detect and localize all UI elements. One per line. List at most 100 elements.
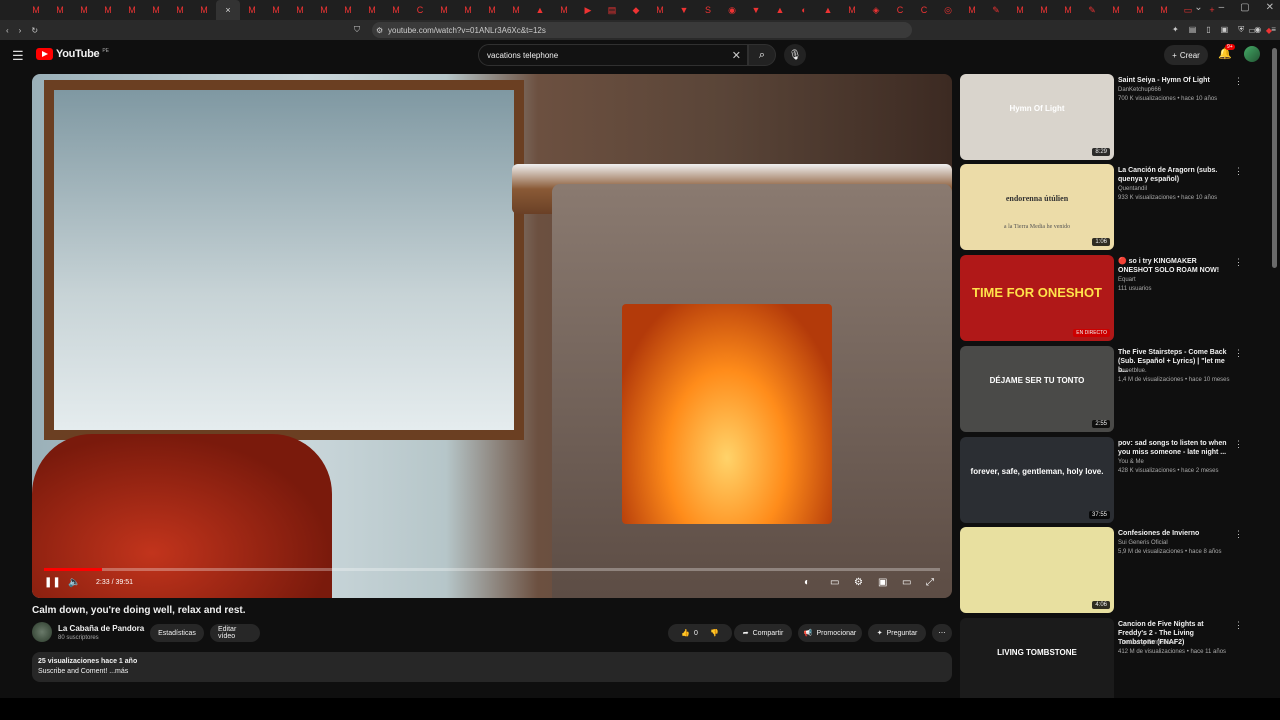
tab-search-icon[interactable]: ⌄ xyxy=(1194,2,1202,13)
browser-tab[interactable]: M xyxy=(360,0,384,20)
browser-tab[interactable]: M xyxy=(552,0,576,20)
search-input[interactable]: vacations telephone ✕ xyxy=(478,44,748,66)
recommendation-item[interactable]: TIME FOR ONESHOT EN DIRECTO 🔴 so i try KIN… xyxy=(960,255,1250,341)
video-player[interactable] xyxy=(32,74,952,598)
recommendation-channel[interactable]: Equart xyxy=(1118,277,1136,283)
recommendation-thumbnail[interactable]: 4:06 xyxy=(960,527,1114,613)
promote-button[interactable]: 📢 Promocionar xyxy=(798,624,862,642)
edit-video-button[interactable]: Editar vídeo xyxy=(210,624,260,642)
url-field[interactable]: ⚙ youtube.com/watch?v=01ANLr3A6Xc&t=12s xyxy=(372,22,912,38)
clear-search-icon[interactable]: ✕ xyxy=(732,49,741,62)
browser-tab[interactable]: M xyxy=(648,0,672,20)
browser-tab[interactable]: C xyxy=(888,0,912,20)
browser-tab[interactable]: M xyxy=(48,0,72,20)
channel-name[interactable]: La Cabaña de Pandora xyxy=(58,624,144,633)
recommendation-title[interactable]: pov: sad songs to listen to when you mis… xyxy=(1118,439,1230,457)
recommendation-item[interactable]: forever, safe, gentleman, holy love. 37:5… xyxy=(960,437,1250,523)
browser-tab[interactable]: M xyxy=(1056,0,1080,20)
site-info-icon[interactable]: ⚙ xyxy=(376,26,383,35)
browser-tab[interactable]: M xyxy=(1152,0,1176,20)
miniplayer-icon[interactable]: ▣ xyxy=(878,577,887,588)
browser-tab[interactable]: M xyxy=(456,0,480,20)
theater-mode-icon[interactable]: ▭ xyxy=(902,577,911,588)
search-button[interactable]: ⌕ xyxy=(748,44,776,66)
recommendation-item[interactable]: LIVING TOMBSTONE Cancion de Five Nights a… xyxy=(960,618,1250,704)
restore-icon[interactable]: ▢ xyxy=(1240,2,1249,13)
account-avatar[interactable] xyxy=(1244,46,1260,62)
browser-tab[interactable]: S xyxy=(696,0,720,20)
recommendation-channel[interactable]: The Living Tombstone xyxy=(1118,640,1177,646)
recommendation-channel[interactable]: sweetblue. xyxy=(1118,368,1147,374)
recommendation-title[interactable]: La Canción de Aragorn (subs. quenya y es… xyxy=(1118,166,1230,184)
recommendation-item[interactable]: DÉJAME SER TU TONTO 2:55 The Five Stairste… xyxy=(960,346,1250,432)
recommendation-thumbnail[interactable]: Hymn Of Light 8:29 xyxy=(960,74,1114,160)
recommendation-channel[interactable]: Sui Generis Oficial xyxy=(1118,540,1168,546)
browser-tab[interactable]: ◈ xyxy=(864,0,888,20)
browser-tab[interactable]: M xyxy=(384,0,408,20)
browser-tab[interactable]: ▼ xyxy=(672,0,696,20)
browser-tab[interactable]: M xyxy=(288,0,312,20)
browser-tab[interactable]: M xyxy=(1104,0,1128,20)
recommendation-thumbnail[interactable]: forever, safe, gentleman, holy love. 37:5… xyxy=(960,437,1114,523)
browser-tab[interactable]: M xyxy=(192,0,216,20)
browser-tab[interactable]: M xyxy=(1008,0,1032,20)
more-vertical-icon[interactable]: ⋮ xyxy=(1234,76,1243,87)
ask-button[interactable]: ✦ Preguntar xyxy=(868,624,926,642)
autoplay-toggle-icon[interactable]: ◐ xyxy=(804,577,810,588)
subtitles-icon[interactable]: ▭ xyxy=(830,577,839,588)
browser-tab[interactable]: ✎ xyxy=(1080,0,1104,20)
browser-tab[interactable]: M xyxy=(1128,0,1152,20)
more-vertical-icon[interactable]: ⋮ xyxy=(1234,529,1243,540)
more-vertical-icon[interactable]: ⋮ xyxy=(1234,439,1243,450)
browser-menu-icon[interactable]: ≡ xyxy=(1271,25,1276,35)
youtube-logo[interactable]: YouTube PE xyxy=(36,48,109,60)
hamburger-menu-icon[interactable]: ☰ xyxy=(12,48,24,64)
more-vertical-icon[interactable]: ⋮ xyxy=(1234,166,1243,177)
bookmark-icon[interactable]: ⛉ xyxy=(354,25,360,35)
browser-tab[interactable]: M xyxy=(96,0,120,20)
active-tab-close-icon[interactable]: × xyxy=(216,0,240,20)
recommendation-channel[interactable]: DanKetchup666 xyxy=(1118,87,1161,93)
browser-tab[interactable]: M xyxy=(336,0,360,20)
create-button[interactable]: + Crear xyxy=(1164,45,1208,65)
browser-tab[interactable]: ▲ xyxy=(768,0,792,20)
browser-tab[interactable]: M xyxy=(144,0,168,20)
recommendation-channel[interactable]: You & Me xyxy=(1118,459,1144,465)
browser-tab[interactable]: ▼ xyxy=(744,0,768,20)
share-button[interactable]: ➦ Compartir xyxy=(734,624,792,642)
recommendation-thumbnail[interactable]: LIVING TOMBSTONE xyxy=(960,618,1114,704)
channel-avatar[interactable] xyxy=(32,622,52,642)
stats-button[interactable]: Estadísticas xyxy=(150,624,204,642)
minimize-icon[interactable]: – xyxy=(1219,2,1225,13)
volume-icon[interactable]: 🔈 xyxy=(68,577,80,588)
recommendation-item[interactable]: Hymn Of Light 8:29 Saint Seiya - Hymn Of L… xyxy=(960,74,1250,160)
recommendation-thumbnail[interactable]: DÉJAME SER TU TONTO 2:55 xyxy=(960,346,1114,432)
recommendation-item[interactable]: endorenna útúlien a la Tierra Media he ve… xyxy=(960,164,1250,250)
more-vertical-icon[interactable]: ⋮ xyxy=(1234,257,1243,268)
description-box[interactable]: 25 visualizaciones hace 1 año Suscribe a… xyxy=(32,652,952,682)
wallet-icon[interactable]: ▣ xyxy=(1221,25,1229,35)
reading-list-icon[interactable]: ▤ xyxy=(1189,25,1197,35)
browser-tab[interactable]: C xyxy=(408,0,432,20)
fullscreen-icon[interactable]: ⤢ xyxy=(926,577,934,588)
browser-tab[interactable]: M xyxy=(504,0,528,20)
more-vertical-icon[interactable]: ⋮ xyxy=(1234,620,1243,631)
back-icon[interactable]: ‹ xyxy=(6,26,9,35)
browser-tab[interactable]: ✎ xyxy=(984,0,1008,20)
browser-tab[interactable]: M xyxy=(1032,0,1056,20)
profile-icon[interactable]: ◉ xyxy=(1254,25,1261,35)
browser-tab[interactable]: M xyxy=(168,0,192,20)
page-scrollbar[interactable] xyxy=(1272,48,1277,268)
voice-search-button[interactable]: 🎙 xyxy=(784,44,806,66)
forward-icon[interactable]: › xyxy=(19,26,22,35)
like-icon[interactable]: 👍 xyxy=(681,629,690,637)
close-window-icon[interactable]: ✕ xyxy=(1266,2,1274,13)
browser-tab[interactable]: ◉ xyxy=(720,0,744,20)
more-vertical-icon[interactable]: ⋮ xyxy=(1234,348,1243,359)
browser-tab[interactable]: ▲ xyxy=(816,0,840,20)
recommendation-thumbnail[interactable]: endorenna útúlien a la Tierra Media he ve… xyxy=(960,164,1114,250)
shield-icon[interactable]: ⛨ xyxy=(1238,25,1244,35)
video-progress-bar[interactable] xyxy=(44,568,940,571)
recommendation-title[interactable]: Saint Seiya - Hymn Of Light xyxy=(1118,76,1230,85)
browser-tab[interactable]: ▤ xyxy=(600,0,624,20)
